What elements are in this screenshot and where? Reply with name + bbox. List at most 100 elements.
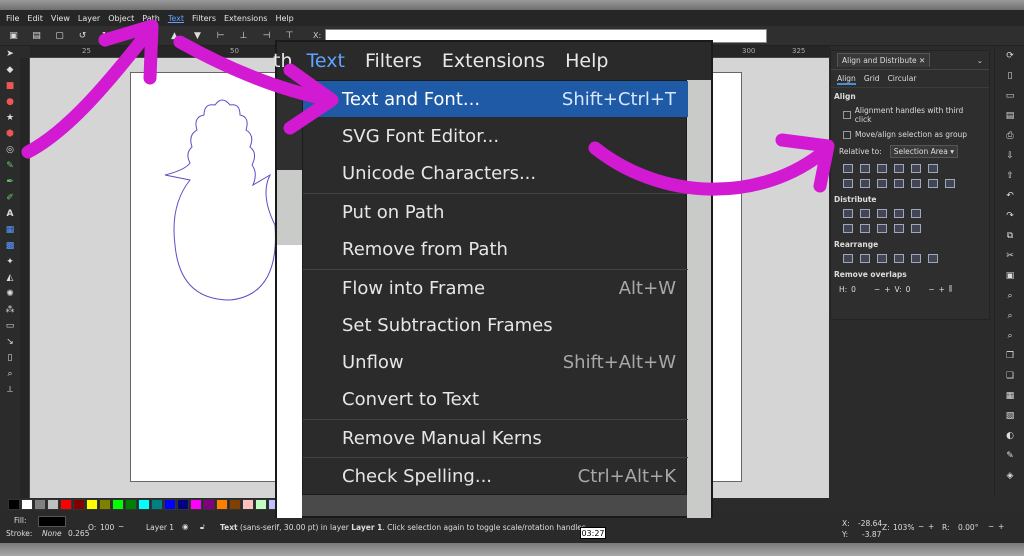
- mesh-tool-icon[interactable]: ▩: [0, 238, 20, 254]
- align-right-edges-icon[interactable]: [877, 164, 887, 173]
- checkbox[interactable]: [843, 111, 851, 119]
- remove-overlaps-icon[interactable]: ⫼: [949, 284, 952, 294]
- graph-layout-icon[interactable]: [843, 254, 853, 263]
- fill-stroke-icon[interactable]: ◐: [995, 426, 1024, 446]
- h-decrease-button[interactable]: −: [874, 285, 880, 294]
- zoom-page-icon[interactable]: ⌕: [995, 326, 1024, 346]
- snap-icon[interactable]: ⟳: [995, 46, 1024, 66]
- text-font-icon[interactable]: ✎: [995, 446, 1024, 466]
- v-increase-button[interactable]: +: [939, 285, 945, 294]
- stroke-value[interactable]: None: [42, 529, 62, 538]
- zoom-menu-extensions[interactable]: Extensions: [442, 50, 545, 72]
- palette-swatch[interactable]: [216, 498, 228, 510]
- menu-filters[interactable]: Filters: [192, 14, 216, 23]
- palette-swatch[interactable]: [151, 498, 163, 510]
- close-icon[interactable]: ✕: [919, 56, 925, 65]
- rectangle-tool-icon[interactable]: ■: [0, 78, 20, 94]
- text-tool-icon[interactable]: A: [0, 206, 20, 222]
- align-center-icon[interactable]: ⊥: [238, 30, 249, 41]
- palette-swatch[interactable]: [242, 498, 254, 510]
- new-document-icon[interactable]: ▯: [995, 66, 1024, 86]
- layer-dropdown[interactable]: Layer 1: [146, 523, 174, 532]
- distribute-vbaseline-icon[interactable]: [911, 224, 921, 233]
- tab-circular[interactable]: Circular: [888, 74, 917, 85]
- align-left-outside-icon[interactable]: [911, 164, 921, 173]
- menu-text[interactable]: Text: [168, 14, 184, 23]
- chevron-down-icon[interactable]: ⌄: [977, 56, 983, 65]
- zoom-out-button[interactable]: −: [918, 522, 924, 531]
- gradient-tool-icon[interactable]: ▦: [0, 222, 20, 238]
- star-tool-icon[interactable]: ★: [0, 110, 20, 126]
- zoom-menu-help[interactable]: Help: [565, 50, 608, 72]
- rotate-decrease-button[interactable]: −: [988, 522, 994, 531]
- zoom-tool-icon[interactable]: ⌕: [0, 366, 20, 382]
- eye-icon[interactable]: ◉: [182, 522, 189, 531]
- tab-grid[interactable]: Grid: [864, 74, 880, 85]
- duplicate-icon[interactable]: ❐: [995, 346, 1024, 366]
- align-centers-v-icon[interactable]: [860, 164, 870, 173]
- stroke-width[interactable]: 0.265: [68, 529, 89, 538]
- checkbox[interactable]: [843, 130, 851, 139]
- palette-swatch[interactable]: [190, 498, 202, 510]
- xml-editor-icon[interactable]: ◈: [995, 466, 1024, 486]
- align-top-outside-icon[interactable]: [911, 179, 921, 188]
- align-text-icon[interactable]: [928, 179, 938, 188]
- menu-item-remove-from-path[interactable]: Remove from Path: [303, 231, 688, 267]
- palette-swatch[interactable]: [203, 498, 215, 510]
- flip-vertical-icon[interactable]: ⇅: [146, 30, 157, 41]
- align-anchor-icon[interactable]: [945, 179, 955, 188]
- align-distribute-tab[interactable]: Align and Distribute ✕: [837, 53, 931, 67]
- tab-align[interactable]: Align: [837, 74, 856, 85]
- zoom-input[interactable]: 103%: [893, 523, 914, 532]
- palette-swatch[interactable]: [34, 498, 46, 510]
- menu-item-set-subtraction-frames[interactable]: Set Subtraction Frames: [303, 307, 688, 343]
- measure-tool-icon[interactable]: ⟂: [0, 382, 20, 398]
- zoom-menu-text[interactable]: Text: [307, 50, 345, 72]
- print-icon[interactable]: ⎙: [995, 126, 1024, 146]
- align-baseline-icon[interactable]: [928, 164, 938, 173]
- align-right-outside-icon[interactable]: [894, 164, 904, 173]
- opacity-input[interactable]: 100: [100, 523, 114, 532]
- menu-item-remove-manual-kerns[interactable]: Remove Manual Kerns: [303, 420, 688, 456]
- distribute-right-icon[interactable]: [877, 209, 887, 218]
- menu-item-put-on-path[interactable]: Put on Path: [303, 194, 688, 230]
- align-right-icon[interactable]: ⊣: [261, 30, 272, 41]
- align-bottom-edges-icon[interactable]: [877, 179, 887, 188]
- pages-tool-icon[interactable]: ▯: [0, 350, 20, 366]
- menu-object[interactable]: Object: [108, 14, 134, 23]
- palette-swatch[interactable]: [21, 498, 33, 510]
- rotate-cw-icon[interactable]: ↻: [100, 30, 111, 41]
- zoom-menu-filters[interactable]: Filters: [365, 50, 422, 72]
- unclump-icon[interactable]: [928, 254, 938, 263]
- copy-icon[interactable]: ⧉: [995, 226, 1024, 246]
- shape-outline[interactable]: [160, 95, 280, 305]
- distribute-bottom-icon[interactable]: [877, 224, 887, 233]
- menu-item-flow-into-frame[interactable]: Flow into Frame Alt+W: [303, 270, 688, 306]
- palette-swatch[interactable]: [99, 498, 111, 510]
- palette-swatch[interactable]: [255, 498, 267, 510]
- paste-icon[interactable]: ▣: [995, 266, 1024, 286]
- menu-path[interactable]: Path: [142, 14, 160, 23]
- save-icon[interactable]: ▤: [995, 106, 1024, 126]
- menu-layer[interactable]: Layer: [78, 14, 100, 23]
- distribute-gaps-icon[interactable]: [894, 209, 904, 218]
- menu-edit[interactable]: Edit: [27, 14, 43, 23]
- zoom-menu-path-partial[interactable]: th: [273, 50, 293, 72]
- distribute-baseline-icon[interactable]: [911, 209, 921, 218]
- zoom-selection-icon[interactable]: ⌕: [995, 286, 1024, 306]
- import-icon[interactable]: ⇩: [995, 146, 1024, 166]
- paint-bucket-icon[interactable]: ◭: [0, 270, 20, 286]
- fill-swatch[interactable]: [38, 516, 66, 527]
- palette-swatch[interactable]: [138, 498, 150, 510]
- palette-swatch[interactable]: [86, 498, 98, 510]
- open-icon[interactable]: ▭: [995, 86, 1024, 106]
- redo-icon[interactable]: ↷: [995, 206, 1024, 226]
- palette-swatch[interactable]: [164, 498, 176, 510]
- group-icon[interactable]: ▦: [995, 386, 1024, 406]
- h-increase-button[interactable]: +: [884, 285, 890, 294]
- palette-swatch[interactable]: [60, 498, 72, 510]
- menu-item-check-spelling[interactable]: Check Spelling... Ctrl+Alt+K: [303, 458, 688, 494]
- node-tool-icon[interactable]: ◆: [0, 62, 20, 78]
- spiral-tool-icon[interactable]: ◎: [0, 142, 20, 158]
- palette-swatch[interactable]: [125, 498, 137, 510]
